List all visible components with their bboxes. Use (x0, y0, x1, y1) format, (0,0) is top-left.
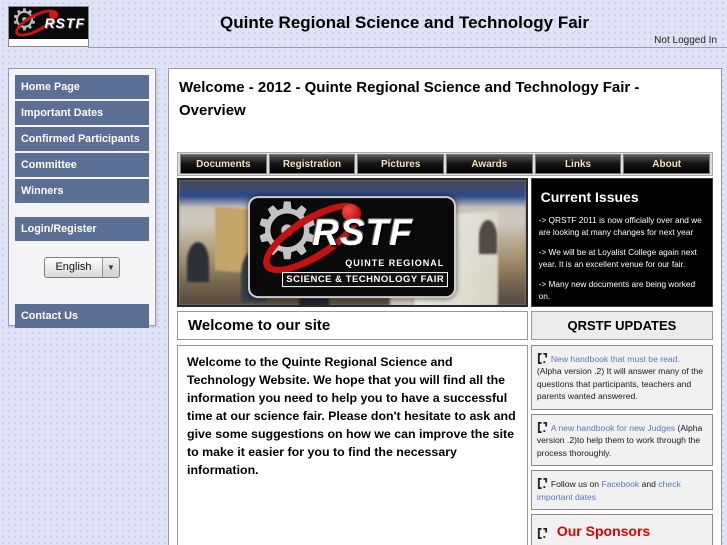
social-box: Follow us on Facebook and check importan… (530, 470, 713, 511)
tab-bar: Documents Registration Pictures Awards L… (177, 152, 713, 176)
social-middle: and (639, 479, 659, 490)
update-item-judges-handbook: A new handbook for new Judges (Alpha ver… (530, 413, 713, 467)
tab-about[interactable]: About (623, 154, 711, 174)
site-logo-graphic: ⚙ RSTF (9, 7, 88, 39)
sidebar-item-committee[interactable]: Committee (15, 153, 149, 177)
judges-handbook-link[interactable]: A new handbook for new Judges (551, 423, 675, 433)
current-issues-panel: Current Issues -> QRSTF 2011 is now offi… (530, 178, 713, 307)
handbook-link[interactable]: New handbook that must be read. (551, 354, 680, 364)
tab-awards[interactable]: Awards (446, 154, 533, 174)
updates-column: New handbook that must be read. (Alpha v… (530, 345, 713, 545)
banner-logo-acronym: RSTF (312, 211, 413, 253)
broken-image-icon (537, 352, 547, 364)
current-issue-item: -> QRSTF 2011 is now officially over and… (538, 215, 702, 237)
broken-image-icon (537, 421, 547, 433)
update-item-handbook: New handbook that must be read. (Alpha v… (530, 345, 713, 410)
header-divider (88, 47, 727, 48)
update-item-text: (Alpha version .2) It will answer many o… (536, 366, 704, 402)
sidebar-item-important-dates[interactable]: Important Dates (15, 101, 149, 125)
current-issues-title: Current Issues (540, 189, 639, 205)
contact-us-button[interactable]: Contact Us (15, 304, 149, 328)
banner-image: ⚙ RSTF QUINTE REGIONAL SCIENCE & TECHNOL… (177, 178, 528, 307)
language-select[interactable]: English ▼ (44, 257, 120, 278)
sidebar: Home Page Important Dates Confirmed Part… (8, 68, 156, 328)
banner-logo: ⚙ RSTF QUINTE REGIONAL SCIENCE & TECHNOL… (248, 187, 457, 298)
section-title-row: Welcome to our site QRSTF UPDATES (177, 311, 713, 340)
tab-links[interactable]: Links (534, 154, 622, 174)
logo-caption: QUINTE REGIONAL SCIENCE + TECHNOLOGY FAI… (9, 39, 88, 46)
social-prefix: Follow us on (550, 479, 602, 490)
tab-documents[interactable]: Documents (180, 154, 267, 174)
page-title: Quinte Regional Science and Technology F… (219, 13, 590, 32)
page: { "header": { "title": "Quinte Regional … (0, 0, 727, 545)
sidebar-item-home-page[interactable]: Home Page (15, 75, 149, 99)
language-select-value: English (55, 261, 92, 273)
chevron-down-icon[interactable]: ▼ (102, 258, 119, 277)
current-issue-item: -> We will be at Loyalist College again … (538, 247, 697, 269)
content-row: Welcome to the Quinte Regional Science a… (177, 345, 713, 545)
broken-image-icon (537, 528, 547, 540)
welcome-paragraph: Welcome to the Quinte Regional Science a… (177, 345, 528, 545)
tab-pictures[interactable]: Pictures (357, 154, 445, 174)
banner-row: ⚙ RSTF QUINTE REGIONAL SCIENCE & TECHNOL… (177, 178, 713, 307)
sidebar-item-winners[interactable]: Winners (15, 179, 149, 203)
logo-acronym: RSTF (44, 15, 85, 31)
sidebar-item-confirmed-participants[interactable]: Confirmed Participants (15, 127, 149, 151)
facebook-link[interactable]: Facebook (601, 479, 639, 489)
main-panel: Welcome - 2012 - Quinte Regional Science… (168, 68, 722, 545)
site-logo[interactable]: ⚙ RSTF QUINTE REGIONAL SCIENCE + TECHNOL… (8, 6, 89, 47)
broken-image-icon (537, 478, 547, 490)
tab-registration[interactable]: Registration (268, 154, 356, 174)
banner-logo-line1: QUINTE REGIONAL (345, 257, 445, 268)
updates-section-title: QRSTF UPDATES (530, 311, 713, 340)
our-sponsors-link[interactable]: Our Sponsors (557, 523, 650, 539)
login-register-button[interactable]: Login/Register (15, 217, 149, 241)
login-status: Not Logged In (654, 35, 717, 46)
banner-logo-line2: SCIENCE & TECHNOLOGY FAIR (282, 271, 449, 287)
content-heading: Welcome - 2012 - Quinte Regional Science… (179, 79, 640, 119)
sponsors-box: Our Sponsors (530, 514, 713, 545)
current-issue-item: -> Many new documents are being worked o… (538, 279, 696, 302)
welcome-section-title: Welcome to our site (177, 311, 528, 340)
